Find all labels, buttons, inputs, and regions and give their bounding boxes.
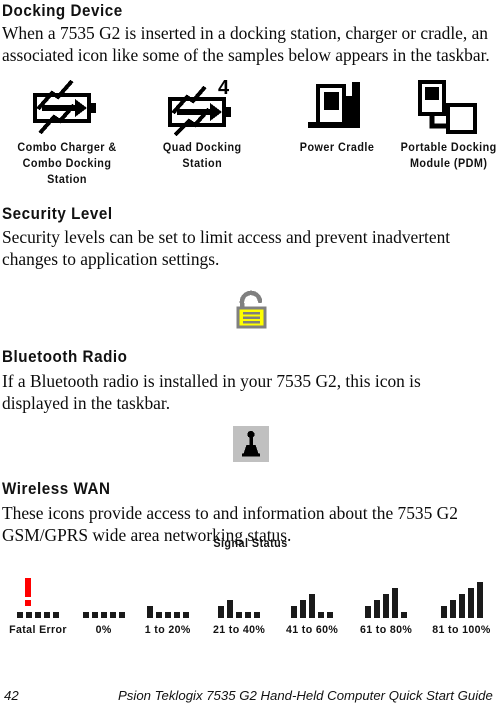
signal-label: 81 to 100%: [432, 624, 491, 636]
portable-docking-icon: [415, 74, 481, 140]
quad-docking-icon: 4: [160, 74, 244, 140]
docking-icon-caption: Combo Charger & Combo Docking Station: [5, 140, 130, 188]
docking-icon-cell-portable-docking: Portable Docking Module (PDM): [396, 74, 501, 172]
power-cradle-icon: [306, 74, 368, 140]
signal-bars-1-20: [142, 575, 194, 621]
signal-label: 1 to 20%: [144, 624, 191, 636]
signal-label: 0%: [95, 624, 112, 636]
footer-document-title: Psion Teklogix 7535 G2 Hand-Held Compute…: [118, 688, 493, 703]
signal-status-label: Signal Status: [213, 537, 288, 550]
docking-icon-cell-quad-docking: 4 Quad Docking Station: [140, 74, 265, 172]
bluetooth-icon-wrapper: [0, 426, 501, 462]
docking-device-heading: Docking Device: [2, 2, 123, 20]
signal-label: Fatal Error: [8, 624, 67, 636]
signal-bars-21-40: [213, 575, 265, 621]
page-footer: 42 Psion Teklogix 7535 G2 Hand-Held Comp…: [0, 688, 501, 703]
signal-bars-61-80: [360, 575, 412, 621]
caption-line-2: Combo Docking Station: [22, 157, 112, 186]
docking-icon-cell-combo-charger: Combo Charger & Combo Docking Station: [0, 74, 134, 188]
bluetooth-radio-heading: Bluetooth Radio: [2, 348, 128, 366]
security-level-paragraph: Security levels can be set to limit acce…: [2, 227, 451, 269]
caption-line-1: Power Cradle: [299, 141, 375, 154]
caption-line-1: Combo Charger &: [17, 141, 117, 154]
security-level-heading: Security Level: [2, 205, 113, 223]
bluetooth-radio-paragraph: If a Bluetooth radio is installed in you…: [2, 371, 421, 413]
footer-page-number: 42: [4, 688, 19, 703]
bluetooth-radio-icon: [232, 426, 269, 462]
docking-icon-row: Combo Charger & Combo Docking Station 4 …: [0, 74, 501, 194]
signal-cell-81-100: 81 to 100%: [422, 575, 501, 636]
signal-cell-41-60: 41 to 60%: [276, 575, 349, 636]
docking-icon-caption: Portable Docking Module (PDM): [400, 140, 496, 172]
signal-bars-41-60: [286, 575, 338, 621]
signal-cell-21-40: 21 to 40%: [203, 575, 276, 636]
signal-label: 41 to 60%: [286, 624, 339, 636]
docking-device-paragraph: When a 7535 G2 is inserted in a docking …: [2, 23, 490, 65]
docking-icon-cell-power-cradle: Power Cradle: [281, 74, 394, 156]
docking-icon-caption: Power Cradle: [300, 140, 375, 156]
caption-line-1: Quad Docking Station: [163, 141, 242, 170]
signal-cell-0: 0%: [75, 575, 133, 636]
quad-docking-badge-4: 4: [218, 77, 230, 99]
signal-label: 21 to 40%: [213, 624, 266, 636]
signal-label: 61 to 80%: [359, 624, 412, 636]
caption-line-2: Module (PDM): [409, 157, 488, 170]
wireless-wan-heading: Wireless WAN: [2, 480, 111, 498]
docking-icon-caption: Quad Docking Station: [144, 140, 260, 172]
security-icon-wrapper: [0, 290, 501, 330]
signal-cell-61-80: 61 to 80%: [349, 575, 422, 636]
combo-charger-icon: [25, 74, 109, 140]
signal-status-icon-row: Fatal Error 0% 1 to 20% 21 to 40% 41 to …: [0, 556, 501, 636]
signal-cell-1-20: 1 to 20%: [133, 575, 203, 636]
signal-bars-0: [78, 575, 130, 621]
signal-cell-fatal-error: Fatal Error: [0, 575, 75, 636]
signal-bars-fatal-error: [12, 575, 64, 621]
padlock-icon: [236, 290, 266, 329]
caption-line-1: Portable Docking: [400, 141, 497, 154]
signal-bars-81-100: [436, 575, 488, 621]
